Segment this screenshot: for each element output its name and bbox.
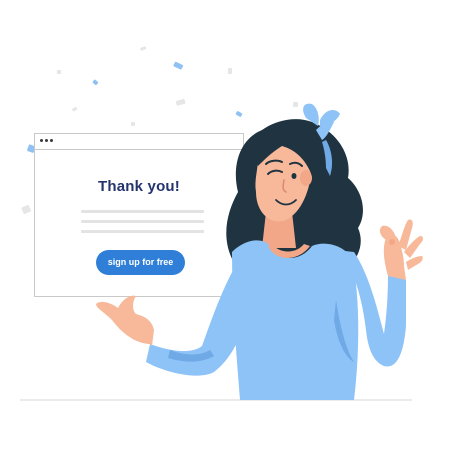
open-palm-hand xyxy=(96,295,154,346)
woman-character xyxy=(96,103,423,400)
ear xyxy=(300,170,312,186)
thank-you-illustration: Thank you! sign up for free xyxy=(0,0,450,450)
open-eye xyxy=(291,173,297,179)
ok-gesture-hand xyxy=(379,219,423,280)
